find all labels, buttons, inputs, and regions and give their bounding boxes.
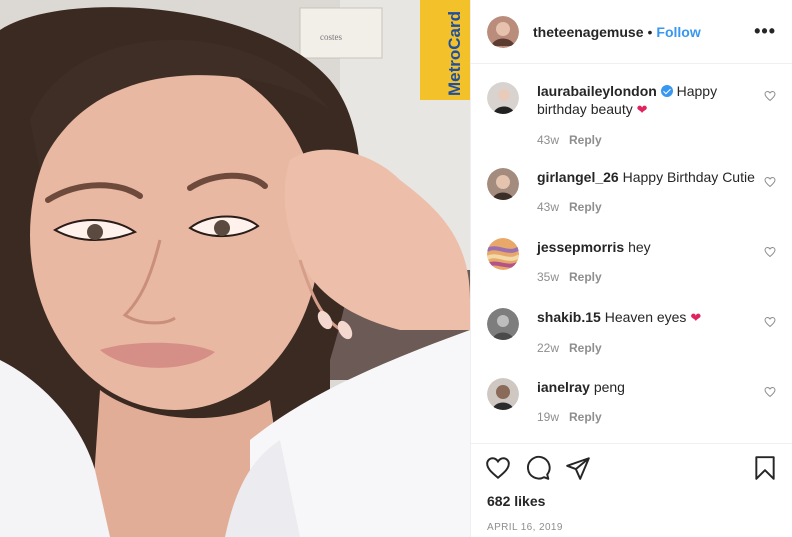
comment-time[interactable]: 43w: [537, 200, 559, 214]
follow-button[interactable]: Follow: [656, 24, 700, 40]
comments-list[interactable]: laurabaileylondon Happy birthday beauty …: [471, 64, 792, 443]
comment-text: Heaven eyes: [604, 309, 687, 325]
comment-like-icon[interactable]: [764, 316, 776, 328]
action-bar: [471, 444, 792, 492]
author-avatar[interactable]: [487, 15, 519, 48]
heart-emoji: ❤: [636, 102, 648, 117]
comment-time[interactable]: 22w: [537, 341, 559, 355]
comment-time[interactable]: 43w: [537, 133, 559, 147]
comment-time[interactable]: 35w: [537, 270, 559, 284]
separator-dot: •: [647, 23, 653, 40]
more-options-icon[interactable]: •••: [754, 21, 776, 42]
commenter-username[interactable]: shakib.15: [537, 309, 601, 325]
reply-button[interactable]: Reply: [569, 200, 602, 214]
reply-button[interactable]: Reply: [569, 410, 602, 424]
wall-card: costes: [299, 7, 383, 59]
reply-button[interactable]: Reply: [569, 270, 602, 284]
post-footer: 682 likes APRIL 16, 2019: [471, 443, 792, 537]
commenter-username[interactable]: ianelray: [537, 379, 590, 395]
heart-emoji: ❤: [690, 310, 702, 325]
post-header: theteenagemuse • Follow •••: [471, 0, 792, 64]
commenter-avatar[interactable]: [487, 82, 519, 114]
post-date[interactable]: APRIL 16, 2019: [471, 522, 792, 533]
commenter-avatar[interactable]: [487, 238, 519, 270]
comment-item: laurabaileylondon Happy birthday beauty …: [471, 64, 792, 152]
commenter-username[interactable]: jessepmorris: [537, 239, 624, 255]
comment-like-icon[interactable]: [764, 176, 776, 188]
comment-item: girlangel_26 Happy Birthday Cutie 43w Rep…: [471, 152, 792, 222]
reply-button[interactable]: Reply: [569, 133, 602, 147]
comment-like-icon[interactable]: [764, 246, 776, 258]
author-username[interactable]: theteenagemuse: [533, 24, 643, 40]
comment-text: Happy Birthday Cutie: [622, 169, 755, 185]
reply-button[interactable]: Reply: [569, 341, 602, 355]
comment-like-icon[interactable]: [764, 386, 776, 398]
commenter-avatar[interactable]: [487, 378, 519, 410]
commenter-username[interactable]: laurabaileylondon: [537, 83, 657, 99]
comment-text: hey: [628, 239, 651, 255]
comment-item: jessepmorris hey 35w Reply: [471, 222, 792, 292]
commenter-avatar[interactable]: [487, 308, 519, 340]
svg-text:MetroCard: MetroCard: [445, 11, 464, 96]
likes-count[interactable]: 682 likes: [471, 493, 792, 509]
comment-icon[interactable]: [525, 455, 551, 481]
post-side-panel: theteenagemuse • Follow ••• laurabaileyl…: [470, 0, 792, 537]
svg-text:costes: costes: [320, 32, 342, 42]
comment-item: shakib.15 Heaven eyes ❤ 22w Reply: [471, 292, 792, 362]
comment-item: ianelray peng 19w Reply: [471, 362, 792, 432]
post-photo[interactable]: costes MetroCard: [0, 0, 470, 537]
verified-badge-icon: [660, 85, 673, 97]
commenter-username[interactable]: girlangel_26: [537, 169, 619, 185]
comment-text: peng: [593, 379, 625, 395]
comment-time[interactable]: 19w: [537, 410, 559, 424]
comment-like-icon[interactable]: [764, 90, 776, 102]
share-icon[interactable]: [565, 455, 591, 481]
heart-icon[interactable]: [485, 455, 511, 481]
commenter-avatar[interactable]: [487, 168, 519, 200]
bookmark-icon[interactable]: [752, 455, 778, 481]
metrocard-sign: MetroCard: [420, 0, 470, 100]
